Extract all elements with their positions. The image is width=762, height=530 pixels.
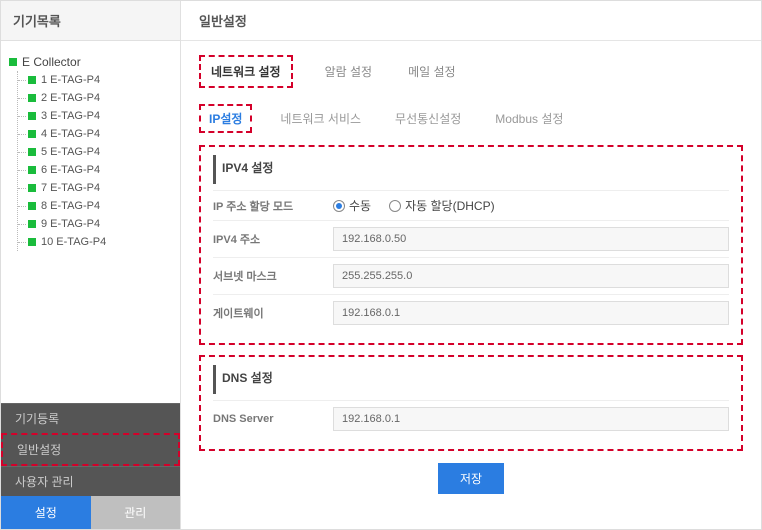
subtab-wireless[interactable]: 무선통신설정 (389, 106, 467, 131)
tree-item[interactable]: 7 E-TAG-P4 (18, 179, 172, 197)
input-dns-server[interactable] (333, 407, 729, 431)
status-icon (28, 220, 36, 228)
row-subnet-mask: 서브넷 마스크 (213, 257, 729, 294)
label-subnet-mask: 서브넷 마스크 (213, 268, 333, 284)
nav-general-settings[interactable]: 일반설정 (1, 433, 180, 466)
dns-section: DNS 설정 DNS Server (199, 355, 743, 451)
status-icon (9, 58, 17, 66)
input-gateway[interactable] (333, 301, 729, 325)
settings-category-tabs: 네트워크 설정 알람 설정 메일 설정 (199, 55, 743, 88)
input-subnet-mask[interactable] (333, 264, 729, 288)
tree-item-label: 4 E-TAG-P4 (41, 128, 100, 140)
tree-item[interactable]: 8 E-TAG-P4 (18, 197, 172, 215)
label-gateway: 게이트웨이 (213, 305, 333, 321)
device-tree: E Collector 1 E-TAG-P4 2 E-TAG-P4 3 E-TA… (1, 41, 180, 403)
tree-item-label: 9 E-TAG-P4 (41, 218, 100, 230)
save-button[interactable]: 저장 (438, 463, 504, 494)
ipv4-section: IPV4 설정 IP 주소 할당 모드 수동 자동 할당(DHCP) (199, 145, 743, 345)
status-icon (28, 148, 36, 156)
radio-dhcp-label: 자동 할당(DHCP) (405, 197, 495, 214)
dns-section-title: DNS 설정 (213, 365, 729, 394)
sidebar-bottom-nav: 기기등록 일반설정 사용자 관리 설정 관리 (1, 403, 180, 529)
tree-root-label: E Collector (22, 55, 81, 69)
nav-device-register[interactable]: 기기등록 (1, 403, 180, 433)
row-dns-server: DNS Server (213, 400, 729, 437)
tree-item[interactable]: 9 E-TAG-P4 (18, 215, 172, 233)
nav-user-management[interactable]: 사용자 관리 (1, 466, 180, 496)
row-gateway: 게이트웨이 (213, 294, 729, 331)
row-ipv4-address: IPV4 주소 (213, 220, 729, 257)
subtab-ip[interactable]: IP설정 (199, 104, 252, 133)
app-container: 기기목록 E Collector 1 E-TAG-P4 2 E-TAG-P4 3… (0, 0, 762, 530)
tab-settings[interactable]: 설정 (1, 496, 91, 529)
tree-item[interactable]: 10 E-TAG-P4 (18, 233, 172, 251)
tree-item-label: 7 E-TAG-P4 (41, 182, 100, 194)
status-icon (28, 76, 36, 84)
radio-icon (333, 200, 345, 212)
tree-item[interactable]: 2 E-TAG-P4 (18, 89, 172, 107)
ip-mode-radio-group: 수동 자동 할당(DHCP) (333, 197, 729, 214)
row-ip-mode: IP 주소 할당 모드 수동 자동 할당(DHCP) (213, 190, 729, 220)
label-ip-mode: IP 주소 할당 모드 (213, 198, 333, 214)
ipv4-section-title: IPV4 설정 (213, 155, 729, 184)
label-ipv4-address: IPV4 주소 (213, 231, 333, 247)
tree-item-label: 1 E-TAG-P4 (41, 74, 100, 86)
tree-item[interactable]: 4 E-TAG-P4 (18, 125, 172, 143)
main-panel: 일반설정 네트워크 설정 알람 설정 메일 설정 IP설정 네트워크 서비스 무… (181, 1, 761, 529)
tree-item-label: 10 E-TAG-P4 (41, 236, 106, 248)
tree-children: 1 E-TAG-P4 2 E-TAG-P4 3 E-TAG-P4 4 E-TAG… (17, 71, 172, 251)
tree-item[interactable]: 3 E-TAG-P4 (18, 107, 172, 125)
radio-icon (389, 200, 401, 212)
status-icon (28, 112, 36, 120)
tree-item-label: 8 E-TAG-P4 (41, 200, 100, 212)
tab-alarm-settings[interactable]: 알람 설정 (321, 57, 377, 86)
sidebar-title: 기기목록 (1, 1, 180, 41)
radio-manual[interactable]: 수동 (333, 197, 371, 214)
subtab-network-service[interactable]: 네트워크 서비스 (274, 106, 367, 131)
tab-mail-settings[interactable]: 메일 설정 (404, 57, 460, 86)
status-icon (28, 130, 36, 138)
input-ipv4-address[interactable] (333, 227, 729, 251)
tree-item[interactable]: 6 E-TAG-P4 (18, 161, 172, 179)
tree-item-label: 6 E-TAG-P4 (41, 164, 100, 176)
tree-item-label: 3 E-TAG-P4 (41, 110, 100, 122)
page-title: 일반설정 (181, 1, 761, 41)
save-row: 저장 (199, 463, 743, 494)
network-sub-tabs: IP설정 네트워크 서비스 무선통신설정 Modbus 설정 (199, 104, 743, 133)
tree-item-label: 5 E-TAG-P4 (41, 146, 100, 158)
tab-network-settings[interactable]: 네트워크 설정 (199, 55, 293, 88)
status-icon (28, 94, 36, 102)
radio-manual-label: 수동 (349, 197, 371, 214)
status-icon (28, 202, 36, 210)
tree-root[interactable]: E Collector (9, 53, 172, 71)
status-icon (28, 184, 36, 192)
sidebar-mode-tabs: 설정 관리 (1, 496, 180, 529)
tree-item-label: 2 E-TAG-P4 (41, 92, 100, 104)
sidebar: 기기목록 E Collector 1 E-TAG-P4 2 E-TAG-P4 3… (1, 1, 181, 529)
tree-item[interactable]: 5 E-TAG-P4 (18, 143, 172, 161)
tree-item[interactable]: 1 E-TAG-P4 (18, 71, 172, 89)
tab-manage[interactable]: 관리 (91, 496, 181, 529)
status-icon (28, 166, 36, 174)
status-icon (28, 238, 36, 246)
main-body: 네트워크 설정 알람 설정 메일 설정 IP설정 네트워크 서비스 무선통신설정… (181, 41, 761, 508)
subtab-modbus[interactable]: Modbus 설정 (489, 106, 569, 131)
label-dns-server: DNS Server (213, 413, 333, 425)
radio-dhcp[interactable]: 자동 할당(DHCP) (389, 197, 495, 214)
